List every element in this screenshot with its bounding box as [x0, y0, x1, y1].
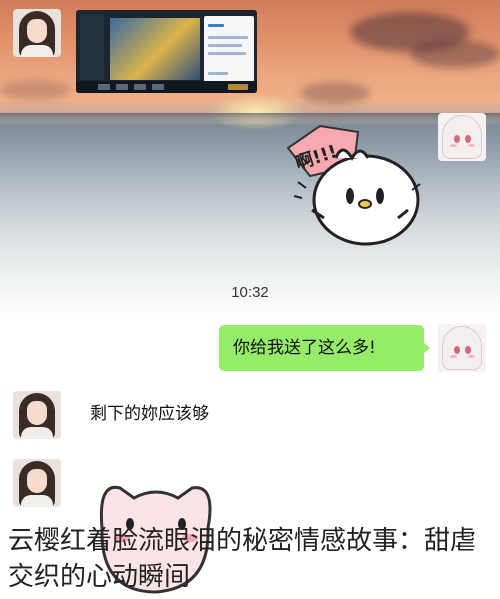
video-message[interactable] [76, 10, 257, 93]
page-caption: 云樱红着脸流眼泪的秘密情感故事：甜虐交织的心动瞬间 [8, 526, 477, 592]
message-timestamp: 10:32 [231, 284, 269, 301]
cloud [0, 80, 70, 100]
chick-shouting-sticker[interactable]: 啊!!! [280, 118, 430, 248]
cloud [410, 40, 500, 68]
video-control-bar [76, 81, 257, 93]
avatar-contact[interactable] [13, 9, 61, 57]
cloud [300, 82, 370, 104]
video-frame [110, 18, 200, 80]
avatar-me[interactable] [438, 113, 486, 161]
avatar-contact[interactable] [13, 459, 61, 507]
message-bubble-contact[interactable]: 剩下的妳应该够 [70, 391, 246, 437]
video-info-panel [204, 16, 254, 82]
avatar-contact[interactable] [13, 391, 61, 439]
video-sidebar [80, 14, 104, 80]
avatar-me[interactable] [438, 324, 486, 372]
message-bubble-me[interactable]: 你给我送了这么多! [219, 325, 430, 371]
